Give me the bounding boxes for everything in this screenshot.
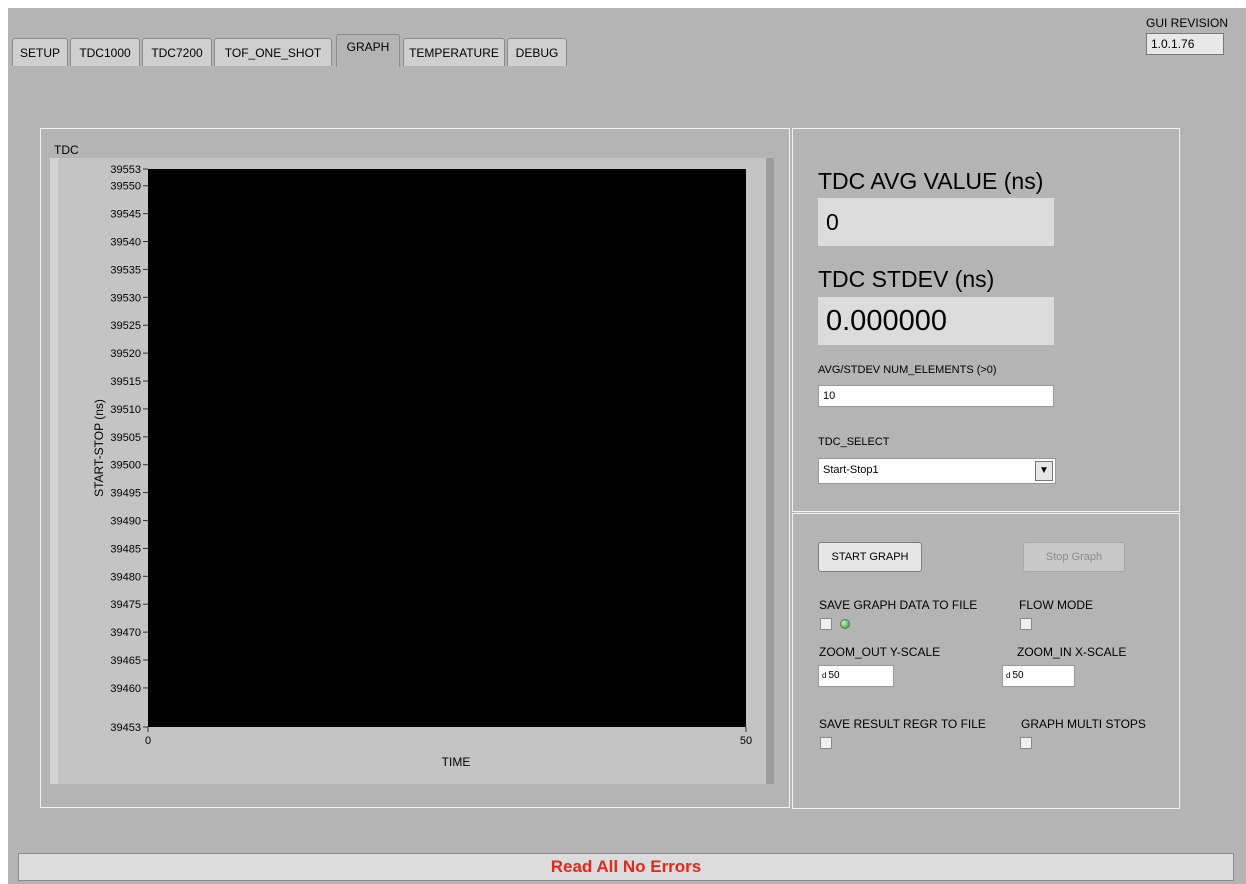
gui-revision-value: 1.0.1.76 <box>1146 33 1224 55</box>
y-tick-label: 39500 <box>110 460 141 472</box>
flow-mode-label: FLOW MODE <box>1019 598 1093 612</box>
tdc-select-value: Start-Stop1 <box>823 464 879 476</box>
status-led-icon <box>840 619 850 629</box>
chart-title: TDC <box>54 143 79 157</box>
status-bar: Read All No Errors <box>18 853 1234 881</box>
zoom-in-x-label: ZOOM_IN X-SCALE <box>1017 645 1127 659</box>
y-tick-label: 39545 <box>110 209 141 221</box>
y-tick-label: 39465 <box>110 655 141 667</box>
zoom-out-y-input[interactable]: d 50 <box>818 665 894 687</box>
tab-debug[interactable]: DEBUG <box>507 38 567 66</box>
app-window: SETUP TDC1000 TDC7200 TOF_ONE_SHOT GRAPH… <box>8 8 1246 884</box>
y-tick-label: 39505 <box>110 432 141 444</box>
y-tick-label: 39470 <box>110 627 141 639</box>
save-result-regr-checkbox[interactable] <box>820 737 832 749</box>
y-tick-label: 39495 <box>110 488 141 500</box>
graph-multi-stops-checkbox[interactable] <box>1020 737 1032 749</box>
y-tick-label: 39520 <box>110 348 141 360</box>
graph-multi-stops-label: GRAPH MULTI STOPS <box>1021 717 1146 731</box>
y-tick-label: 39480 <box>110 571 141 583</box>
x-tick-label: 0 <box>145 735 151 747</box>
y-tick-label: 39515 <box>110 376 141 388</box>
tab-tdc1000[interactable]: TDC1000 <box>70 38 140 66</box>
stdev-display: 0.000000 <box>818 297 1054 345</box>
radix-indicator: d <box>1006 671 1011 680</box>
tab-setup[interactable]: SETUP <box>12 38 68 66</box>
y-tick-label: 39550 <box>110 181 141 193</box>
save-result-regr-label: SAVE RESULT REGR TO FILE <box>819 717 986 731</box>
y-axis-label: START-STOP (ns) <box>92 399 106 497</box>
gui-revision-label: GUI REVISION <box>1146 16 1229 30</box>
y-tick-label: 39525 <box>110 320 141 332</box>
flow-mode-checkbox[interactable] <box>1020 618 1032 630</box>
x-axis: 0 50 <box>145 727 752 747</box>
tab-temperature[interactable]: TEMPERATURE <box>403 38 505 66</box>
save-graph-data-label: SAVE GRAPH DATA TO FILE <box>819 598 978 612</box>
x-axis-label: TIME <box>442 755 471 769</box>
status-message: Read All No Errors <box>550 857 702 876</box>
save-graph-data-checkbox[interactable] <box>820 618 832 630</box>
start-graph-button[interactable]: START GRAPH <box>818 542 922 572</box>
y-tick-label: 39475 <box>110 599 141 611</box>
y-tick-label: 39453 <box>110 722 141 734</box>
zoom-in-x-input[interactable]: d 50 <box>1002 665 1075 687</box>
avg-value-label: TDC AVG VALUE (ns) <box>818 168 1044 194</box>
tab-tof-one-shot[interactable]: TOF_ONE_SHOT <box>214 38 332 66</box>
x-tick-label: 50 <box>740 735 752 747</box>
avg-value-display: 0 <box>818 198 1054 246</box>
num-elements-label: AVG/STDEV NUM_ELEMENTS (>0) <box>818 364 997 376</box>
num-elements-input[interactable]: 10 <box>818 385 1054 407</box>
stop-graph-button[interactable]: Stop Graph <box>1023 542 1125 572</box>
chevron-down-icon[interactable]: ▼ <box>1035 461 1053 481</box>
y-tick-label: 39553 <box>110 164 141 176</box>
y-tick-label: 39530 <box>110 292 141 304</box>
y-tick-label: 39535 <box>110 264 141 276</box>
y-axis: 39553 39550 39545 39540 39535 39530 39525 39520… <box>110 164 148 734</box>
tdc-select-dropdown[interactable]: Start-Stop1 ▼ <box>818 458 1056 484</box>
tab-tdc7200[interactable]: TDC7200 <box>142 38 212 66</box>
y-tick-label: 39490 <box>110 516 141 528</box>
y-tick-label: 39540 <box>110 237 141 249</box>
y-tick-label: 39485 <box>110 543 141 555</box>
zoom-out-y-value: 50 <box>828 670 840 681</box>
tdc-waveform-chart[interactable]: 39553 39550 39545 39540 39535 39530 39525 39520… <box>48 158 778 778</box>
y-tick-label: 39460 <box>110 683 141 695</box>
zoom-out-y-label: ZOOM_OUT Y-SCALE <box>819 645 941 659</box>
tdc-select-label: TDC_SELECT <box>818 436 890 448</box>
tab-graph[interactable]: GRAPH <box>336 34 400 67</box>
stdev-label: TDC STDEV (ns) <box>818 266 995 292</box>
radix-indicator: d <box>822 671 827 680</box>
plot-area[interactable] <box>148 169 746 727</box>
y-tick-label: 39510 <box>110 404 141 416</box>
zoom-in-x-value: 50 <box>1012 670 1024 681</box>
